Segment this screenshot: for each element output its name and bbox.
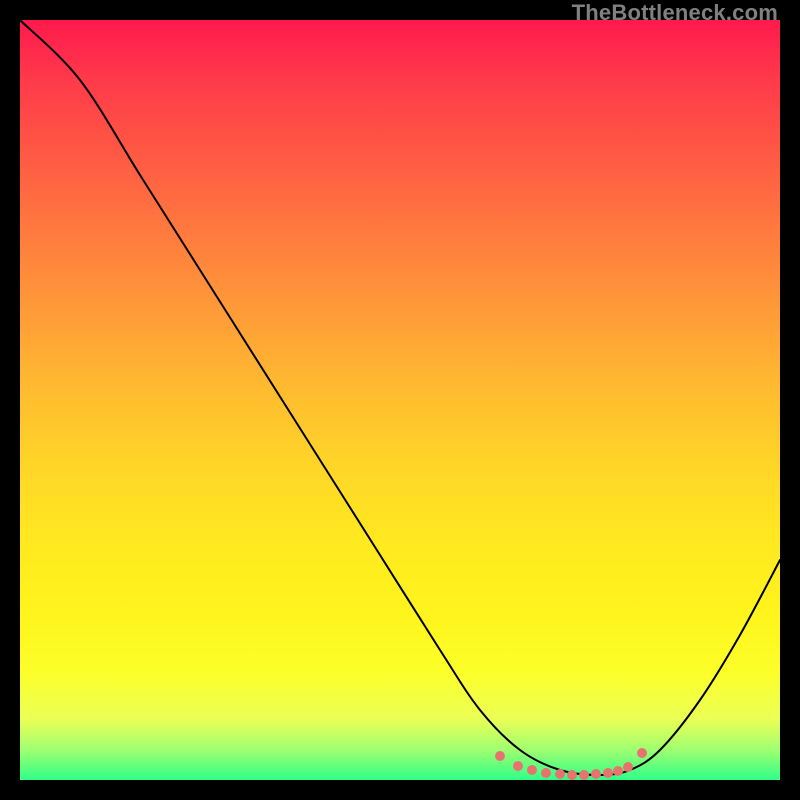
watermark-text: TheBottleneck.com: [572, 0, 778, 26]
bottleneck-curve-path: [20, 20, 780, 775]
flat-region-dot: [513, 761, 523, 771]
flat-region-dot: [527, 765, 537, 775]
curve-layer: [20, 20, 780, 775]
flat-region-dot: [495, 751, 505, 761]
flat-region-dot: [541, 768, 551, 778]
flat-region-dot: [613, 766, 623, 776]
chart-svg: [20, 20, 780, 780]
flat-region-dot: [623, 762, 633, 772]
dots-layer: [495, 748, 647, 780]
flat-region-dot: [591, 769, 601, 779]
flat-region-dot: [555, 769, 565, 779]
flat-region-dot: [637, 748, 647, 758]
flat-region-dot: [603, 768, 613, 778]
flat-region-dot: [579, 770, 589, 780]
flat-region-dot: [567, 770, 577, 780]
chart-frame: [20, 20, 780, 780]
